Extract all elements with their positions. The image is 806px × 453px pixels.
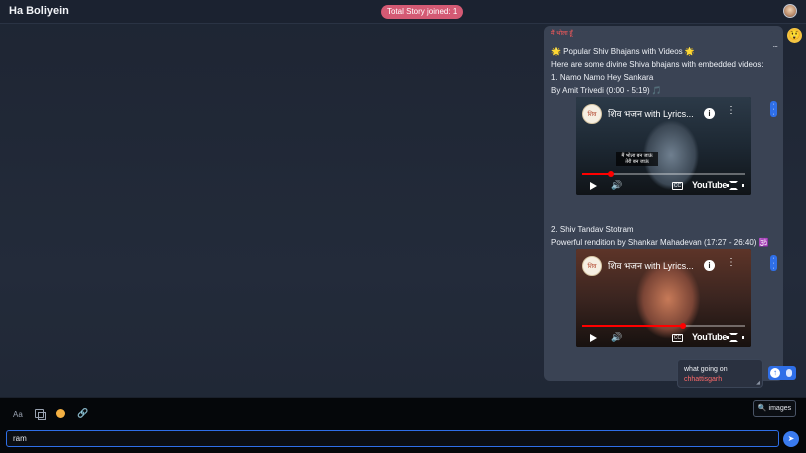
youtube-logo[interactable]: YouTube bbox=[692, 332, 727, 342]
volume-icon[interactable]: 🔊 bbox=[611, 180, 622, 191]
bhajan-title-1: 1. Namo Namo Hey Sankara bbox=[551, 73, 654, 82]
bhajan-artist-2: Powerful rendition by Shankar Mahadevan … bbox=[551, 238, 769, 247]
youtube-logo[interactable]: YouTube bbox=[692, 180, 727, 190]
video-title[interactable]: शिव भजन with Lyrics... bbox=[608, 259, 694, 272]
message-sender: मैं भोला हूँ bbox=[551, 31, 573, 37]
info-icon[interactable]: i bbox=[704, 108, 715, 119]
send-icon[interactable]: ➤ bbox=[783, 431, 799, 447]
video-options-icon[interactable]: · · · bbox=[770, 255, 777, 272]
top-bar: Ha Boliyein Total Story joined: 1 bbox=[0, 0, 806, 24]
message-heading: 🌟 Popular Shiv Bhajans with Videos 🌟 bbox=[551, 47, 695, 56]
progress-fill bbox=[582, 325, 684, 327]
more-vertical-icon[interactable]: ⋮ bbox=[726, 258, 736, 268]
images-button[interactable]: 🔍 images bbox=[753, 400, 796, 417]
progress-fill bbox=[582, 173, 612, 175]
upload-toggle[interactable]: ↑ bbox=[768, 366, 796, 380]
video-options-icon[interactable]: · · · bbox=[770, 101, 777, 118]
reply-text-highlight: chhattisgarh bbox=[684, 376, 723, 383]
captions-icon[interactable]: CC bbox=[672, 182, 683, 190]
message-text: Here are some divine Shiva bhajans with … bbox=[551, 60, 764, 69]
play-icon[interactable] bbox=[590, 334, 597, 342]
attachment-icon[interactable]: 🔗 bbox=[77, 408, 88, 419]
resize-handle-icon[interactable]: ◢ bbox=[756, 380, 760, 386]
toggle-knob[interactable] bbox=[786, 369, 792, 377]
channel-logo[interactable]: शिव bbox=[582, 104, 602, 124]
fullscreen-icon[interactable] bbox=[727, 333, 744, 342]
video-controls: 🔊 CC YouTube bbox=[576, 177, 751, 195]
video-controls: 🔊 CC YouTube bbox=[576, 329, 751, 347]
copy-icon[interactable] bbox=[35, 409, 46, 420]
reply-bubble[interactable]: what going on chhattisgarh ◢ bbox=[677, 359, 763, 388]
video-progress-bar[interactable] bbox=[582, 171, 745, 177]
reaction-emoji-icon[interactable]: 😲 bbox=[787, 28, 802, 43]
captions-icon[interactable]: CC bbox=[672, 334, 683, 342]
more-vertical-icon[interactable]: ⋮ bbox=[726, 106, 736, 116]
volume-icon[interactable]: 🔊 bbox=[611, 332, 622, 343]
message-input[interactable] bbox=[6, 430, 779, 447]
app-title: Ha Boliyein bbox=[9, 5, 69, 17]
story-count-badge[interactable]: Total Story joined: 1 bbox=[381, 5, 464, 19]
text-format-button[interactable]: Aa bbox=[13, 410, 23, 419]
images-button-label: images bbox=[768, 405, 792, 412]
reply-text: what going on bbox=[684, 366, 728, 373]
play-icon[interactable] bbox=[590, 182, 597, 190]
video-player-2[interactable]: शिव शिव भजन with Lyrics... i ⋮ 🔊 CC YouT… bbox=[576, 249, 751, 347]
user-avatar[interactable] bbox=[783, 4, 797, 18]
chat-message: मैं भोला हूँ ... 🌟 Popular Shiv Bhajans … bbox=[544, 26, 783, 381]
lyrics-overlay: मैं भोला बन जाऊं तेरी बन जाऊं bbox=[616, 152, 658, 166]
message-menu-icon[interactable]: ... bbox=[772, 39, 777, 49]
video-player-1[interactable]: शिव शिव भजन with Lyrics... i ⋮ मैं भोला … bbox=[576, 97, 751, 195]
video-title[interactable]: शिव भजन with Lyrics... bbox=[608, 107, 694, 120]
emoji-icon[interactable] bbox=[56, 409, 65, 418]
upload-arrow-icon[interactable]: ↑ bbox=[770, 368, 780, 378]
bhajan-artist-1: By Amit Trivedi (0:00 - 5:19) 🎵 bbox=[551, 86, 662, 95]
info-icon[interactable]: i bbox=[704, 260, 715, 271]
channel-logo[interactable]: शिव bbox=[582, 256, 602, 276]
fullscreen-icon[interactable] bbox=[727, 181, 744, 190]
search-icon: 🔍 bbox=[757, 405, 767, 412]
video-progress-bar[interactable] bbox=[582, 323, 745, 329]
bhajan-title-2: 2. Shiv Tandav Stotram bbox=[551, 225, 634, 234]
composer-bar: Aa 🔗 🔍 images ➤ bbox=[0, 397, 806, 453]
